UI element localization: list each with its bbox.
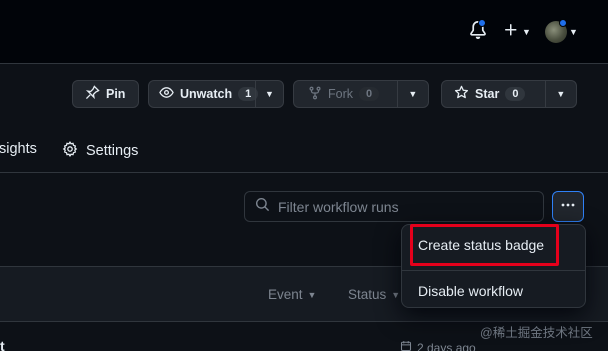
unwatch-dropdown-button[interactable]: ▼ — [255, 81, 283, 107]
global-header: ▼ ▼ — [0, 0, 608, 64]
fork-button[interactable]: Fork 0 — [294, 81, 397, 107]
pin-label: Pin — [106, 87, 126, 101]
status-indicator — [559, 19, 567, 27]
chevron-down-icon: ▼ — [522, 27, 531, 37]
status-filter-label: Status — [348, 287, 387, 302]
tab-insights[interactable]: sights — [0, 141, 37, 157]
star-dropdown-button[interactable]: ▼ — [544, 81, 576, 107]
chevron-down-icon: ▼ — [569, 27, 578, 37]
gear-icon — [62, 141, 78, 161]
kebab-horizontal-icon — [560, 197, 576, 216]
workflow-options-menu: Create status badge Disable workflow — [401, 224, 586, 308]
disable-workflow-item[interactable]: Disable workflow — [418, 283, 523, 299]
tab-insights-label: sights — [0, 141, 37, 157]
fork-button-group: Fork 0 ▼ — [293, 80, 429, 108]
tab-settings-label: Settings — [86, 143, 139, 159]
star-button[interactable]: Star 0 — [442, 81, 545, 107]
chevron-down-icon: ▼ — [307, 289, 317, 300]
tab-settings[interactable]: Settings — [62, 141, 138, 161]
filter-input[interactable] — [278, 198, 528, 215]
notifications-button[interactable] — [469, 19, 489, 42]
workflow-options-button[interactable] — [552, 191, 584, 222]
calendar-icon — [400, 340, 412, 351]
star-button-group: Star 0 ▼ — [441, 80, 577, 108]
unwatch-label: Unwatch — [180, 87, 233, 101]
unwatch-button-group: Unwatch 1 ▼ — [148, 80, 284, 108]
tabs-divider — [0, 172, 608, 173]
forks-count: 0 — [359, 87, 380, 101]
event-filter[interactable]: Event ▼ — [268, 287, 316, 302]
status-filter[interactable]: Status ▼ — [348, 287, 400, 302]
chevron-down-icon: ▼ — [265, 89, 274, 99]
run-timestamp: 2 days ago — [400, 340, 476, 351]
star-icon — [454, 85, 469, 103]
chevron-down-icon: ▼ — [556, 89, 566, 99]
event-filter-label: Event — [268, 287, 303, 302]
watermark: @稀土掘金技术社区 — [480, 326, 593, 340]
search-icon — [255, 197, 270, 217]
menu-divider — [402, 270, 585, 271]
run-title[interactable]: t — [0, 338, 5, 351]
star-label: Star — [475, 87, 500, 101]
plus-icon — [503, 21, 519, 44]
create-status-badge-item[interactable]: Create status badge — [418, 237, 544, 253]
chevron-down-icon: ▼ — [408, 89, 418, 99]
eye-icon — [159, 85, 174, 103]
fork-icon — [308, 86, 322, 103]
run-time-label: 2 days ago — [417, 340, 476, 351]
unwatch-button[interactable]: Unwatch 1 — [149, 81, 259, 107]
notification-indicator — [478, 19, 486, 27]
chevron-down-icon: ▼ — [391, 289, 401, 300]
fork-label: Fork — [328, 87, 353, 101]
avatar — [545, 19, 567, 43]
fork-dropdown-button[interactable]: ▼ — [396, 81, 428, 107]
pin-button[interactable]: Pin — [72, 80, 139, 108]
create-new-button[interactable]: ▼ — [503, 22, 531, 42]
pin-icon — [85, 85, 100, 103]
stars-count: 0 — [505, 87, 526, 101]
user-menu-button[interactable]: ▼ — [545, 19, 578, 44]
filter-workflow-runs — [244, 191, 544, 222]
